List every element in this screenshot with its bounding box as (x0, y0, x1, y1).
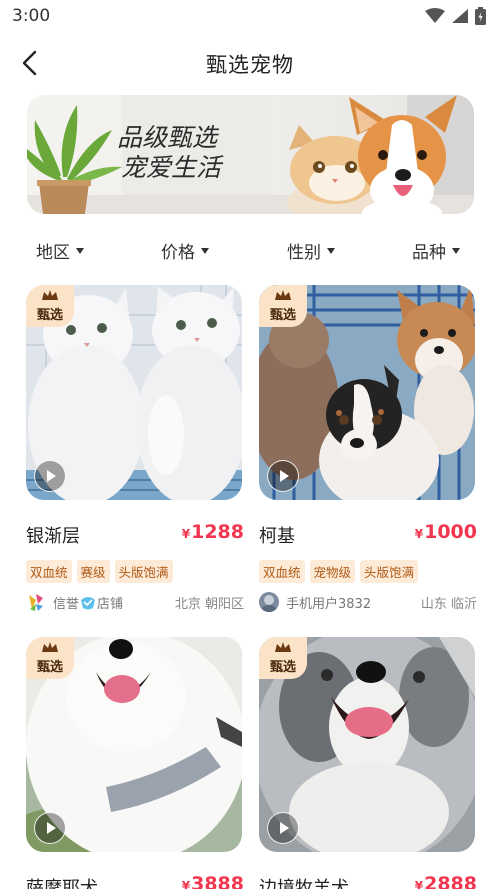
crown-icon (275, 290, 291, 300)
price-value: 1288 (191, 521, 244, 543)
featured-badge-label: 甄选 (269, 308, 296, 323)
play-video-button[interactable] (34, 812, 66, 844)
page-title: 甄选宠物 (206, 53, 294, 77)
tag-list: 双血统 宠物级 头版饱满 (259, 560, 419, 583)
featured-badge-label: 甄选 (269, 660, 296, 675)
filter-breed-label: 品种 (412, 243, 446, 263)
filter-region-label: 地区 (36, 243, 70, 263)
featured-badge: 甄选 (259, 285, 307, 327)
crown-icon (42, 642, 58, 652)
currency-symbol: ¥ (181, 527, 191, 541)
crown-icon (275, 642, 291, 652)
currency-symbol: ¥ (181, 879, 191, 889)
featured-badge: 甄选 (259, 637, 307, 679)
featured-badge: 甄选 (26, 637, 74, 679)
pet-name: 边境牧羊犬 (259, 878, 349, 889)
currency-symbol: ¥ (414, 527, 424, 541)
tag: 双血统 (26, 560, 72, 583)
pet-price: ¥3888 (182, 873, 244, 889)
featured-badge-label: 甄选 (36, 660, 63, 675)
tag: 双血统 (259, 560, 305, 583)
banner-line-2: 宠爱生活 (121, 153, 222, 182)
avatar[interactable] (26, 592, 46, 612)
price-value: 2888 (424, 873, 477, 889)
seller-row: 信誉 店铺 北京 朝阳区 (26, 591, 244, 613)
wifi-icon (425, 8, 445, 23)
status-icons (425, 7, 486, 25)
play-video-button[interactable] (34, 460, 66, 492)
status-bar: 3:00 (0, 0, 500, 34)
seller-name[interactable]: 信誉 店铺 (53, 593, 123, 612)
caret-down-icon (76, 247, 84, 254)
pet-photo[interactable]: 甄选 (26, 285, 242, 500)
filter-bar: 地区 价格 性别 品种 (0, 234, 500, 264)
tag-list: 双血统 赛级 头版饱满 (26, 560, 173, 583)
tag: 头版饱满 (360, 560, 419, 583)
pet-price: ¥1288 (182, 521, 244, 543)
tag: 宠物级 (309, 560, 356, 583)
price-value: 1000 (424, 521, 477, 543)
pet-price: ¥1000 (415, 521, 477, 543)
signal-icon (452, 9, 468, 23)
pet-name: 银渐层 (26, 526, 80, 547)
pet-photo[interactable]: 甄选 (259, 637, 475, 852)
banner-slogan: 品级甄选 宠爱生活 (117, 123, 221, 183)
filter-breed[interactable]: 品种 (412, 238, 460, 263)
pet-name: 萨摩耶犬 (26, 878, 98, 889)
pet-photo[interactable]: 甄选 (26, 637, 242, 852)
avatar-image (26, 592, 46, 612)
location: 山东 临沂 (420, 597, 477, 612)
currency-symbol: ¥ (414, 879, 424, 889)
seller-label: 信誉 (53, 597, 80, 612)
pet-name: 柯基 (259, 526, 295, 547)
seller-name[interactable]: 手机用户3832 (286, 593, 371, 612)
price-value: 3888 (191, 873, 244, 889)
location: 北京 朝阳区 (174, 597, 244, 612)
filter-gender[interactable]: 性别 (287, 238, 335, 263)
avatar[interactable] (259, 592, 279, 612)
play-video-button[interactable] (267, 460, 299, 492)
promo-banner[interactable]: 品级甄选 宠爱生活 (27, 95, 474, 214)
pet-photo[interactable]: 甄选 (259, 285, 475, 500)
caret-down-icon (201, 247, 209, 254)
crown-icon (42, 290, 58, 300)
tag: 赛级 (76, 560, 110, 583)
battery-icon (475, 7, 486, 25)
caret-down-icon (452, 247, 460, 254)
featured-badge-label: 甄选 (36, 308, 63, 323)
seller-suffix: 店铺 (97, 597, 124, 612)
verified-shop-icon (81, 596, 96, 609)
featured-badge: 甄选 (26, 285, 74, 327)
banner-illustration (27, 95, 474, 214)
pet-price: ¥2888 (415, 873, 477, 889)
filter-price-label: 价格 (161, 243, 195, 263)
nav-bar: 甄选宠物 (0, 40, 500, 86)
play-video-button[interactable] (267, 812, 299, 844)
seller-row: 手机用户3832 山东 临沂 (259, 591, 477, 613)
avatar-image (259, 592, 279, 612)
status-time: 3:00 (12, 6, 51, 26)
filter-region[interactable]: 地区 (36, 238, 84, 263)
filter-gender-label: 性别 (287, 243, 321, 263)
caret-down-icon (327, 247, 335, 254)
filter-price[interactable]: 价格 (161, 238, 209, 263)
tag: 头版饱满 (114, 560, 173, 583)
banner-line-1: 品级甄选 (117, 123, 218, 152)
